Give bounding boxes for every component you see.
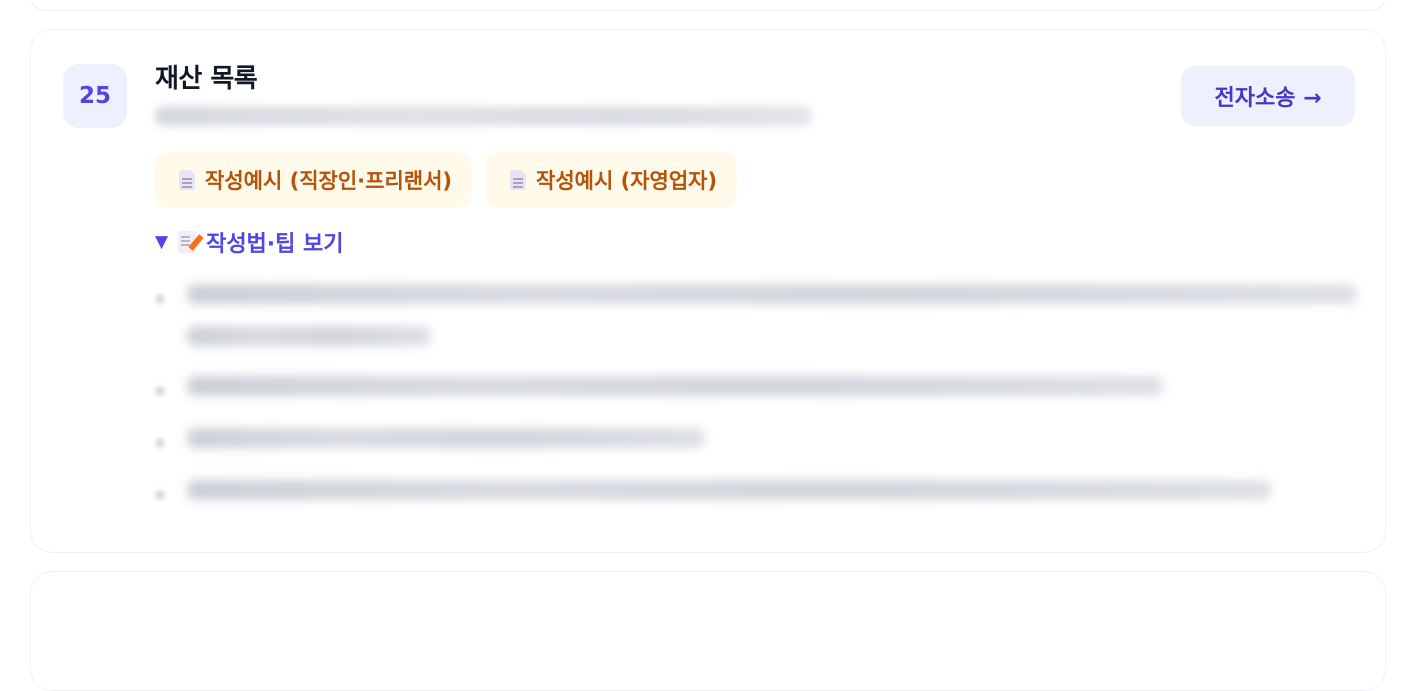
next-item-card [30,571,1386,691]
example-self-employed-button[interactable]: 작성예시 (자영업자) [486,152,738,208]
list-item [155,372,1365,424]
memo-icon [178,231,197,253]
item-description-redacted [155,106,811,126]
bullet-icon [155,490,165,500]
document-item-card: 25 재산 목록 전자소송 → 작성예시 (직장인·프리랜서) 작성예시 (자영… [30,29,1386,553]
bullet-icon [155,438,165,448]
bullet-icon [155,294,165,304]
redacted-text-line [187,480,1271,500]
e-litigation-button[interactable]: 전자소송 → [1181,66,1355,126]
redacted-text-line [187,326,431,346]
tips-toggle-label: 작성법·팁 보기 [206,232,344,257]
bullet-icon [155,386,165,396]
redacted-text-line [187,428,705,448]
list-item [155,476,1365,528]
tips-toggle[interactable]: ▼ 작성법·팁 보기 [155,226,344,258]
redacted-text-line [187,376,1163,396]
list-item [155,280,1365,372]
item-title: 재산 목록 [155,64,258,94]
document-icon [510,170,527,190]
list-item [155,424,1365,476]
example-links: 작성예시 (직장인·프리랜서) 작성예시 (자영업자) [155,152,738,208]
triangle-down-icon: ▼ [155,232,169,252]
example-label: 작성예시 (자영업자) [536,169,718,193]
item-number-badge: 25 [63,64,127,128]
redacted-text-line [187,284,1357,304]
previous-item-card [30,0,1386,11]
document-icon [179,170,195,190]
example-employee-freelancer-button[interactable]: 작성예시 (직장인·프리랜서) [155,152,473,208]
tips-list-redacted [155,280,1365,528]
example-label: 작성예시 (직장인·프리랜서) [205,169,453,193]
